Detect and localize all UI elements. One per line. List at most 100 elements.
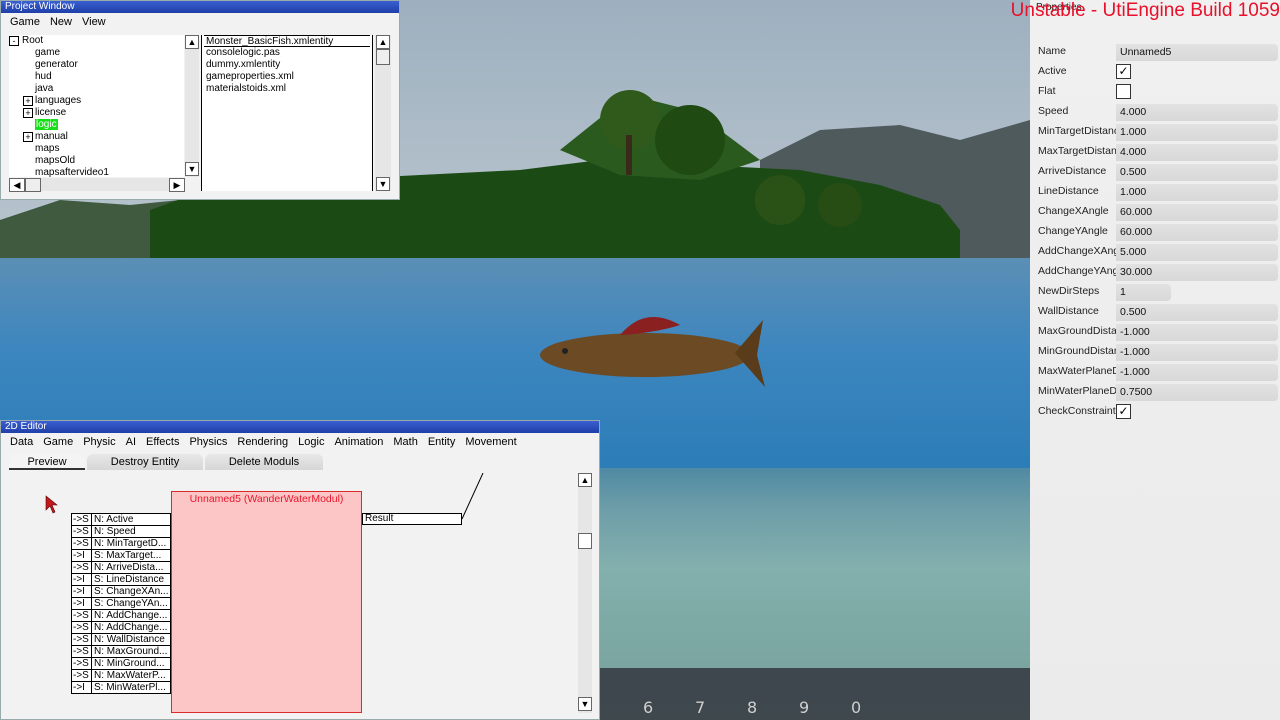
input-port[interactable]: ->S N: Speed bbox=[71, 525, 171, 538]
property-value-field[interactable]: -1.000 bbox=[1116, 344, 1278, 361]
editor-button-delete-moduls[interactable]: Delete Moduls bbox=[205, 454, 323, 470]
property-value-field[interactable]: 0.500 bbox=[1116, 304, 1278, 321]
property-value-field[interactable]: 60.000 bbox=[1116, 224, 1278, 241]
property-value-field[interactable]: 1.000 bbox=[1116, 184, 1278, 201]
tree-scroll-down-icon[interactable]: ▼ bbox=[185, 162, 199, 176]
files-vscroll-thumb[interactable] bbox=[376, 49, 390, 65]
input-port[interactable]: ->S N: MinTargetD... bbox=[71, 537, 171, 550]
tree-item[interactable]: license bbox=[35, 107, 66, 119]
input-port[interactable]: ->S N: MaxGround... bbox=[71, 645, 171, 658]
file-item[interactable]: materialstoids.xml bbox=[206, 83, 286, 95]
tree-item[interactable]: game bbox=[35, 47, 60, 59]
editor-menu-logic[interactable]: Logic bbox=[293, 436, 329, 448]
input-port[interactable]: ->I S: MinWaterPl... bbox=[71, 681, 171, 694]
hotbar-slot-7[interactable]: 7 bbox=[695, 698, 705, 717]
hotbar-slot-6[interactable]: 6 bbox=[643, 698, 653, 717]
editor-vscroll-thumb[interactable] bbox=[578, 533, 592, 549]
tree-item[interactable]: languages bbox=[35, 95, 81, 107]
tree-scroll-up-icon[interactable]: ▲ bbox=[185, 35, 199, 49]
input-port[interactable]: ->I S: ChangeXAn... bbox=[71, 585, 171, 598]
property-value-field[interactable]: 0.500 bbox=[1116, 164, 1278, 181]
property-value-field[interactable]: Unnamed5 bbox=[1116, 44, 1278, 61]
property-value-field[interactable]: 30.000 bbox=[1116, 264, 1278, 281]
input-port[interactable]: ->S N: AddChange... bbox=[71, 621, 171, 634]
tree-item[interactable]: Root bbox=[22, 35, 43, 47]
editor-vscroll-track[interactable] bbox=[578, 473, 592, 713]
tree-item[interactable]: mapsaftervideo1 bbox=[35, 167, 109, 177]
property-value-field[interactable]: 5.000 bbox=[1116, 244, 1278, 261]
input-port[interactable]: ->S N: MinGround... bbox=[71, 657, 171, 670]
editor-menu-ai[interactable]: AI bbox=[121, 436, 141, 448]
input-port[interactable]: ->S N: MaxWaterP... bbox=[71, 669, 171, 682]
tree-scroll-left-icon[interactable]: ◀ bbox=[9, 178, 25, 192]
input-port[interactable]: ->S N: Active bbox=[71, 513, 171, 526]
input-port[interactable]: ->I S: ChangeYAn... bbox=[71, 597, 171, 610]
property-value-field[interactable]: 1.000 bbox=[1116, 124, 1278, 141]
tree-expander-icon[interactable]: + bbox=[23, 108, 33, 118]
editor-menu-math[interactable]: Math bbox=[388, 436, 422, 448]
tree-item[interactable]: generator bbox=[35, 59, 78, 71]
files-scroll-up-icon[interactable]: ▲ bbox=[376, 35, 390, 49]
property-checkbox[interactable]: ✓ bbox=[1116, 404, 1131, 419]
editor-menu-data[interactable]: Data bbox=[5, 436, 38, 448]
tree-expander-icon[interactable]: + bbox=[23, 132, 33, 142]
property-value-field[interactable]: 60.000 bbox=[1116, 204, 1278, 221]
wander-water-module-node[interactable]: Unnamed5 (WanderWaterModul) bbox=[171, 491, 362, 713]
property-value-field[interactable]: -1.000 bbox=[1116, 364, 1278, 381]
project-menu-game[interactable]: Game bbox=[5, 16, 45, 28]
input-port[interactable]: ->S N: WallDistance bbox=[71, 633, 171, 646]
file-list[interactable]: Monster_BasicFish.xmlentity consolelogic.… bbox=[201, 35, 373, 191]
editor-scroll-down-icon[interactable]: ▼ bbox=[578, 697, 592, 711]
output-port-result[interactable]: Result bbox=[362, 513, 462, 525]
node-canvas[interactable]: Unnamed5 (WanderWaterModul) ->S N: Active… bbox=[7, 473, 575, 719]
editor-menu-physics[interactable]: Physics bbox=[184, 436, 232, 448]
fish-entity[interactable] bbox=[535, 305, 775, 395]
tree-expander-icon[interactable]: - bbox=[9, 36, 19, 46]
file-item[interactable]: dummy.xmlentity bbox=[206, 59, 280, 71]
property-value-field[interactable]: 4.000 bbox=[1116, 104, 1278, 121]
property-value-field[interactable]: -1.000 bbox=[1116, 324, 1278, 341]
project-menu-new[interactable]: New bbox=[45, 16, 77, 28]
editor-button-preview[interactable]: Preview bbox=[9, 454, 85, 470]
files-scroll-down-icon[interactable]: ▼ bbox=[376, 177, 390, 191]
tree-item[interactable]: manual bbox=[35, 131, 68, 143]
tree-item[interactable]: hud bbox=[35, 71, 52, 83]
editor-menu-movement[interactable]: Movement bbox=[460, 436, 521, 448]
tree-scroll-right-icon[interactable]: ▶ bbox=[169, 178, 185, 192]
editor-scroll-up-icon[interactable]: ▲ bbox=[578, 473, 592, 487]
property-value-field[interactable]: 4.000 bbox=[1116, 144, 1278, 161]
input-port[interactable]: ->S N: AddChange... bbox=[71, 609, 171, 622]
hotbar-slot-8[interactable]: 8 bbox=[747, 698, 757, 717]
file-item[interactable]: Monster_BasicFish.xmlentity bbox=[204, 35, 370, 47]
file-item[interactable]: consolelogic.pas bbox=[206, 47, 280, 59]
file-item[interactable]: gameproperties.xml bbox=[206, 71, 294, 83]
project-window-title[interactable]: Project Window bbox=[1, 1, 399, 13]
hotbar-slot-9[interactable]: 9 bbox=[799, 698, 809, 717]
editor-window-title[interactable]: 2D Editor bbox=[1, 421, 599, 433]
editor-menu-physic[interactable]: Physic bbox=[78, 436, 120, 448]
editor-button-destroy-entity[interactable]: Destroy Entity bbox=[87, 454, 203, 470]
project-menu-view[interactable]: View bbox=[77, 16, 111, 28]
tree-vscroll-track[interactable] bbox=[185, 35, 199, 177]
hotbar-slot-0[interactable]: 0 bbox=[851, 698, 861, 717]
property-value-field[interactable]: 0.7500 bbox=[1116, 384, 1278, 401]
folder-tree[interactable]: - Root game generator hud java + languages + lice… bbox=[9, 35, 184, 177]
tree-item[interactable]: java bbox=[35, 83, 53, 95]
input-port[interactable]: ->S N: ArriveDista... bbox=[71, 561, 171, 574]
property-checkbox[interactable]: ✓ bbox=[1116, 64, 1131, 79]
port-kind: ->I bbox=[71, 681, 91, 694]
input-port[interactable]: ->I S: LineDistance bbox=[71, 573, 171, 586]
editor-menu-entity[interactable]: Entity bbox=[423, 436, 461, 448]
property-value-field[interactable]: 1 bbox=[1116, 284, 1171, 301]
tree-expander-icon[interactable]: + bbox=[23, 96, 33, 106]
editor-menu-game[interactable]: Game bbox=[38, 436, 78, 448]
editor-menu-rendering[interactable]: Rendering bbox=[232, 436, 293, 448]
tree-item[interactable]: maps bbox=[35, 143, 59, 155]
tree-item[interactable]: mapsOld bbox=[35, 155, 75, 167]
editor-menu-animation[interactable]: Animation bbox=[329, 436, 388, 448]
editor-menu-effects[interactable]: Effects bbox=[141, 436, 184, 448]
property-checkbox[interactable] bbox=[1116, 84, 1131, 99]
input-port[interactable]: ->I S: MaxTarget... bbox=[71, 549, 171, 562]
tree-hscroll-thumb[interactable] bbox=[25, 178, 41, 192]
tree-item[interactable]: logic bbox=[35, 119, 58, 131]
